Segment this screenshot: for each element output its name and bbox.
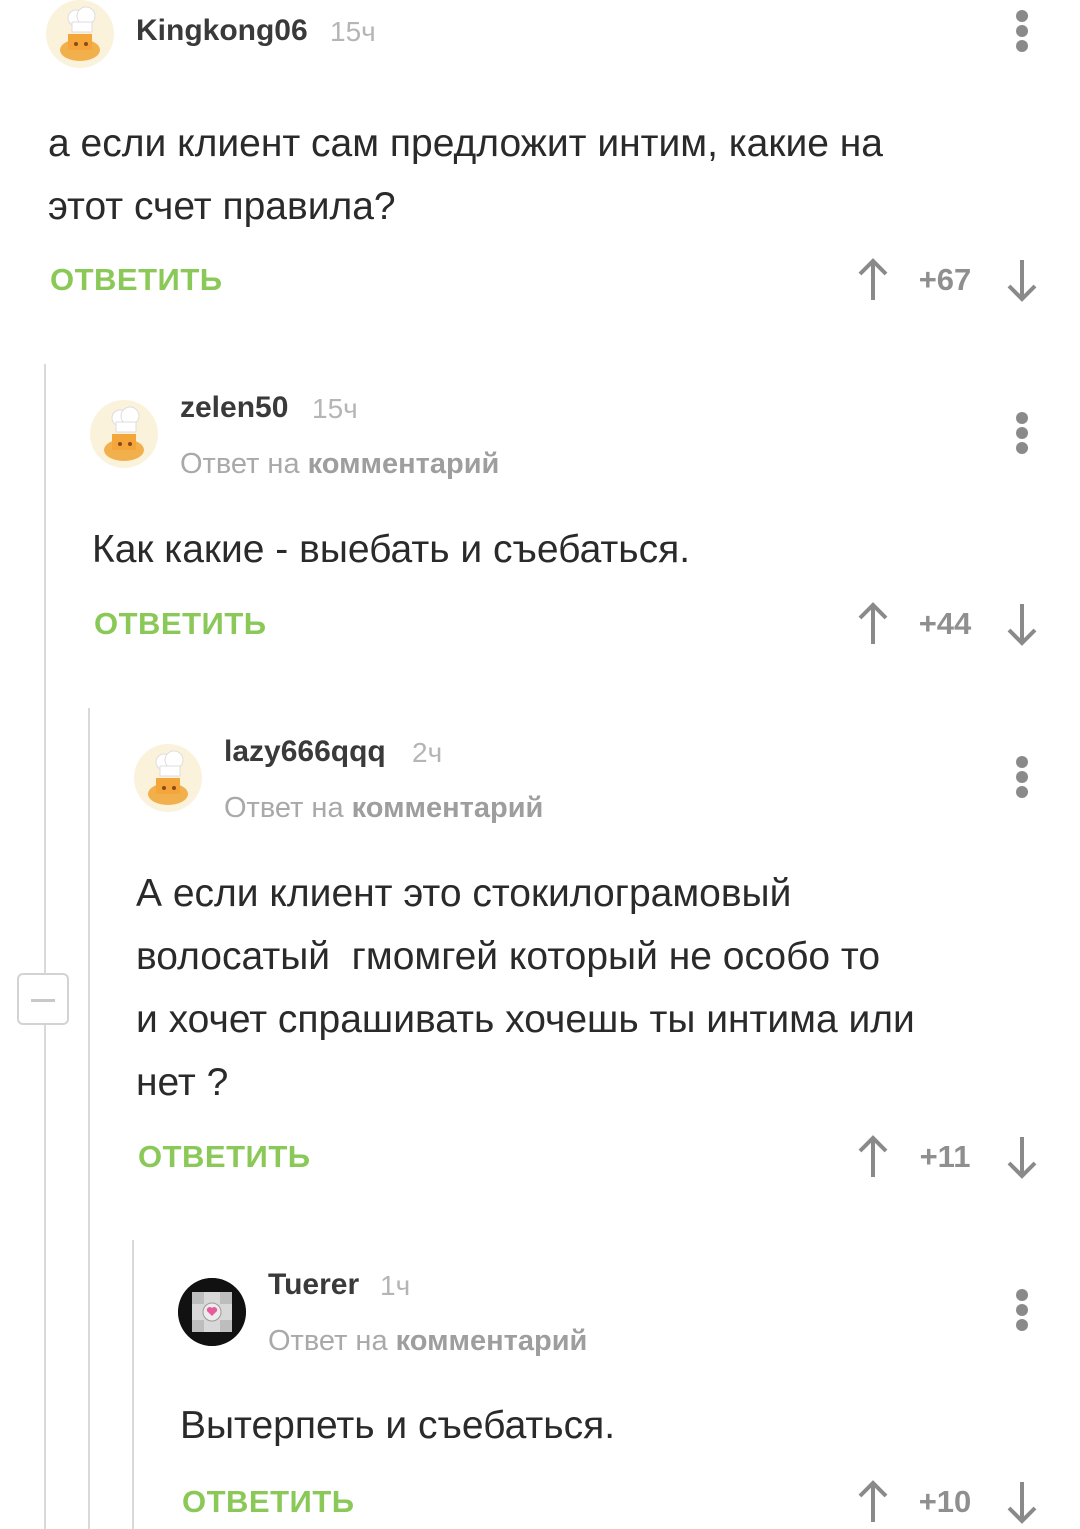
comment-username[interactable]: lazy666qqq <box>224 735 386 769</box>
comment-text-line: волосатый гмомгей который не особо то <box>136 935 881 978</box>
upvote-arrow-icon[interactable] <box>856 1480 890 1524</box>
thread-line-level-2 <box>88 708 90 1529</box>
comment-text: А если клиент это стокилограмовый волоса… <box>136 862 915 1114</box>
comment-text: Как какие - выебать и съебаться. <box>92 518 690 581</box>
comment-score: +11 <box>919 1139 971 1174</box>
comment-score: +67 <box>918 262 972 297</box>
comment-score: +10 <box>918 1484 972 1519</box>
reply-to-label: Ответ на комментарий <box>180 448 499 481</box>
downvote-arrow-icon[interactable] <box>1005 1135 1039 1179</box>
more-options-icon[interactable] <box>1012 10 1032 56</box>
comment-text-line: а если клиент сам предложит интим, какие… <box>48 122 883 165</box>
companion-cube-avatar-icon[interactable] <box>178 1278 246 1346</box>
thread-line-level-1 <box>44 364 46 1529</box>
reply-to-link[interactable]: комментарий <box>396 1325 588 1357</box>
comment-username[interactable]: Kingkong06 <box>136 14 308 48</box>
reply-button[interactable]: ОТВЕТИТЬ <box>94 606 267 642</box>
collapse-thread-button[interactable] <box>17 973 69 1025</box>
more-options-icon[interactable] <box>1012 1289 1032 1335</box>
comment-text: Вытерпеть и съебаться. <box>180 1394 615 1457</box>
downvote-arrow-icon[interactable] <box>1005 602 1039 646</box>
comment-text-line: этот счет правила? <box>48 185 396 228</box>
comment-time: 2ч <box>412 737 443 768</box>
comment-text-line: Вытерпеть и съебаться. <box>180 1404 616 1447</box>
comment-username[interactable]: Tuerer <box>268 1268 359 1302</box>
comment-username[interactable]: zelen50 <box>180 391 288 425</box>
downvote-arrow-icon[interactable] <box>1005 258 1039 302</box>
comment-text: а если клиент сам предложит интим, какие… <box>48 112 883 238</box>
cook-hat-avatar-icon[interactable] <box>46 0 114 68</box>
downvote-arrow-icon[interactable] <box>1005 1480 1039 1524</box>
reply-button[interactable]: ОТВЕТИТЬ <box>138 1139 311 1175</box>
reply-to-label: Ответ на комментарий <box>224 792 543 825</box>
reply-to-link[interactable]: комментарий <box>352 792 544 824</box>
more-options-icon[interactable] <box>1012 412 1032 458</box>
reply-button[interactable]: ОТВЕТИТЬ <box>182 1484 355 1520</box>
comment-time: 15ч <box>330 16 376 47</box>
more-options-icon[interactable] <box>1012 756 1032 802</box>
upvote-arrow-icon[interactable] <box>856 258 890 302</box>
cook-hat-avatar-icon[interactable] <box>134 744 202 812</box>
upvote-arrow-icon[interactable] <box>856 602 890 646</box>
reply-button[interactable]: ОТВЕТИТЬ <box>50 262 223 298</box>
reply-to-label: Ответ на комментарий <box>268 1325 587 1358</box>
comment-text-line: А если клиент это стокилограмовый <box>136 872 792 915</box>
cook-hat-avatar-icon[interactable] <box>90 400 158 468</box>
reply-to-prefix: Ответ на <box>180 448 300 480</box>
thread-line-level-3 <box>132 1240 134 1529</box>
comment-text-line: нет ? <box>136 1061 229 1104</box>
comment-score: +44 <box>918 606 972 641</box>
comment-text-line: Как какие - выебать и съебаться. <box>92 528 691 571</box>
reply-to-prefix: Ответ на <box>224 792 344 824</box>
reply-to-prefix: Ответ на <box>268 1325 388 1357</box>
comment-time: 15ч <box>312 393 358 424</box>
comment-text-line: и хочет спрашивать хочешь ты интима или <box>136 998 915 1041</box>
reply-to-link[interactable]: комментарий <box>308 448 500 480</box>
comment-time: 1ч <box>380 1270 411 1301</box>
upvote-arrow-icon[interactable] <box>856 1135 890 1179</box>
